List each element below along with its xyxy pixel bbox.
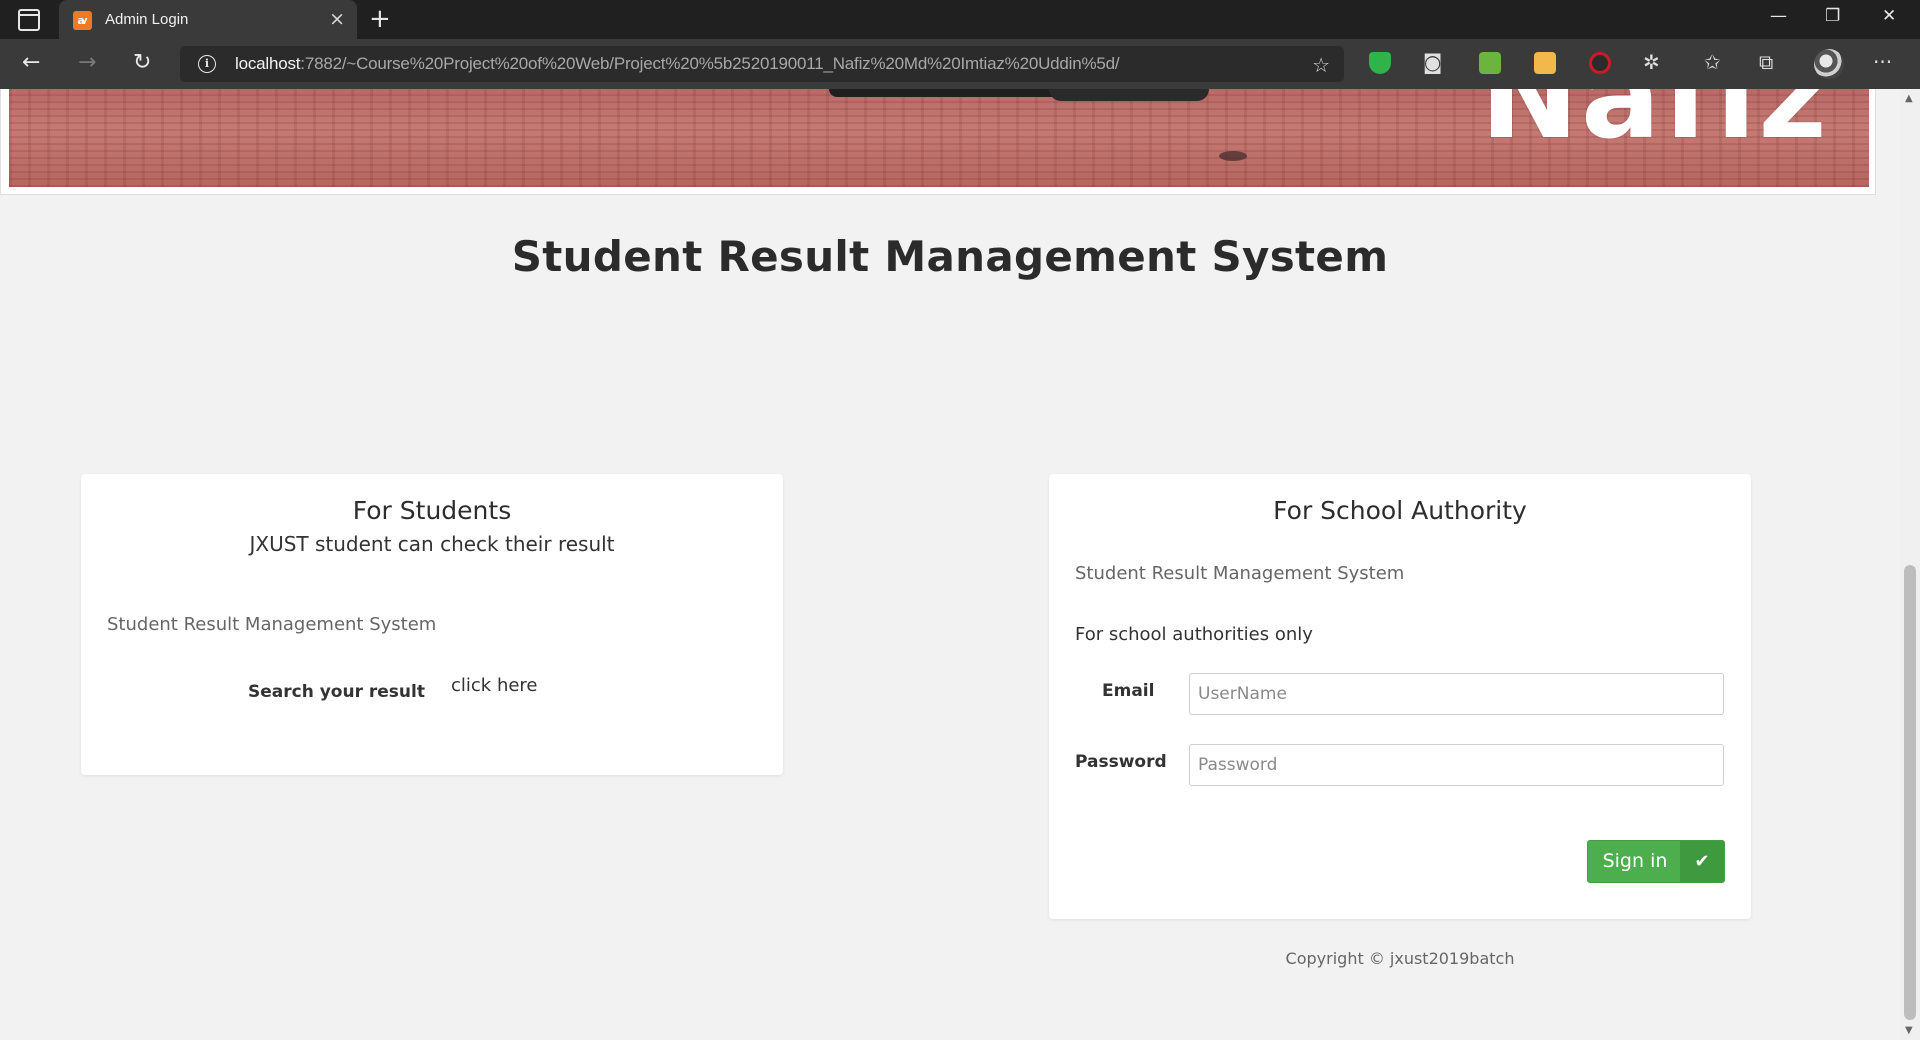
notes-extension-icon[interactable] [1534, 52, 1556, 74]
address-bar[interactable]: i localhost:7882/~Course%20Project%20of%… [180, 46, 1344, 82]
close-window-button[interactable]: ✕ [1882, 6, 1896, 26]
authority-system-name: Student Result Management System [1075, 563, 1405, 584]
check-icon: ✔ [1680, 841, 1724, 882]
page-title: Student Result Management System [511, 232, 1389, 281]
download-extension-icon[interactable] [1479, 52, 1501, 74]
page-scrollbar[interactable]: ▲ ▼ [1900, 89, 1920, 1040]
banner-car-shadow-2 [1049, 89, 1209, 101]
email-label: Email [1102, 681, 1155, 701]
scrollbar-thumb[interactable] [1904, 565, 1916, 1020]
minimize-button[interactable]: — [1770, 6, 1787, 26]
reload-button[interactable]: ↻ [133, 49, 151, 77]
shield-extension-icon[interactable] [1369, 52, 1391, 74]
browser-tab-bar: ꜹ Admin Login × + — ❐ ✕ [0, 0, 1920, 39]
xampp-favicon-icon: ꜹ [73, 11, 92, 30]
banner-image: Nafiz [9, 89, 1869, 187]
students-subheading: JXUST student can check their result [249, 532, 615, 556]
back-button[interactable]: ← [22, 49, 40, 77]
banner-logo: Nafiz [1480, 89, 1829, 165]
restore-button[interactable]: ❐ [1825, 6, 1840, 26]
page-content: Nafiz Student Result Management System F… [0, 89, 1900, 1040]
new-tab-button[interactable]: + [369, 5, 391, 33]
email-field[interactable] [1189, 673, 1724, 715]
authority-card: For School Authority Student Result Mana… [1049, 474, 1751, 919]
copyright-text: Copyright © jxust2019batch [1285, 949, 1515, 968]
tab-actions-icon[interactable] [18, 9, 40, 31]
click-here-link[interactable]: click here [451, 675, 538, 696]
profile-icon[interactable] [1814, 49, 1844, 79]
forward-button[interactable]: → [78, 49, 96, 77]
authority-heading: For School Authority [1273, 496, 1527, 525]
authority-note: For school authorities only [1075, 624, 1313, 645]
record-extension-icon[interactable] [1589, 52, 1611, 74]
favorites-icon[interactable]: ✩ [1704, 50, 1721, 74]
password-field[interactable] [1189, 744, 1724, 786]
students-card: For Students JXUST student can check the… [81, 474, 783, 775]
tab-close-icon[interactable]: × [329, 8, 345, 30]
camera-extension-icon[interactable]: ◙ [1423, 50, 1442, 74]
extensions-icon[interactable]: ✲ [1643, 50, 1660, 74]
banner-frame: Nafiz [0, 89, 1876, 195]
tab-admin-login[interactable]: ꜹ Admin Login × [59, 0, 357, 39]
sign-in-label: Sign in [1602, 850, 1668, 872]
browser-toolbar: ← → ↻ i localhost:7882/~Course%20Project… [0, 39, 1920, 89]
url-text[interactable]: localhost:7882/~Course%20Project%20of%20… [235, 54, 1120, 74]
add-favorite-icon[interactable]: ☆ [1312, 53, 1330, 77]
info-icon[interactable]: i [198, 55, 216, 73]
tab-title: Admin Login [105, 11, 189, 28]
students-heading: For Students [352, 496, 512, 525]
scroll-up-icon[interactable]: ▲ [1905, 93, 1913, 104]
search-result-label: Search your result [248, 682, 425, 702]
scroll-down-icon[interactable]: ▼ [1905, 1025, 1913, 1036]
more-icon[interactable]: ··· [1873, 50, 1892, 74]
students-system-name: Student Result Management System [107, 614, 437, 635]
banner-drain [1219, 151, 1247, 161]
password-label: Password [1075, 752, 1167, 772]
collections-icon[interactable]: ⧉ [1759, 50, 1773, 74]
sign-in-button[interactable]: Sign in ✔ [1587, 840, 1725, 883]
